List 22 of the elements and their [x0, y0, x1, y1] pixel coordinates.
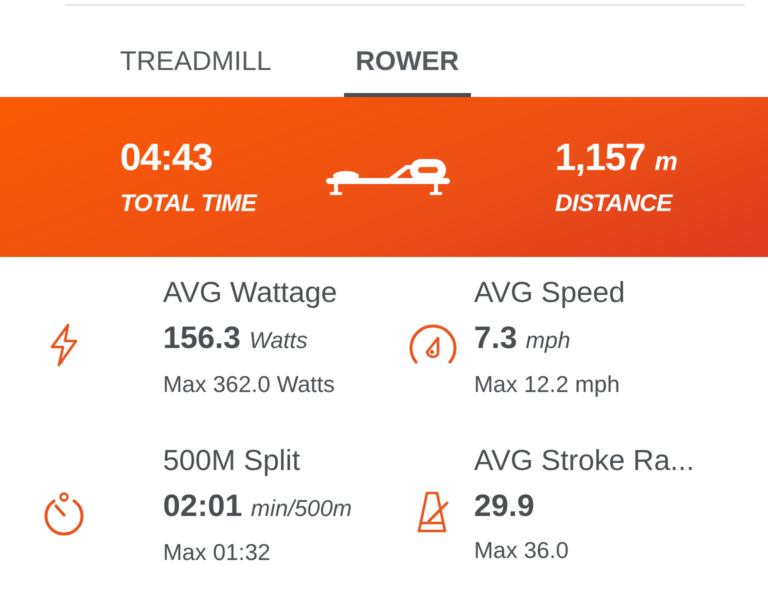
metric-value: 02:01 min/500m	[163, 487, 352, 525]
metric-value: 29.9	[474, 487, 536, 525]
metric-value: 156.3 Watts	[163, 319, 309, 357]
stopwatch-icon	[44, 491, 84, 537]
rowing-machine-icon	[326, 157, 450, 197]
gauge-icon	[409, 323, 457, 365]
lightning-icon	[50, 323, 78, 367]
stat-label: TOTAL TIME	[120, 190, 258, 218]
metronome-icon	[417, 491, 449, 533]
metric-title: AVG Wattage	[163, 276, 338, 311]
stat-value: 1,157 m	[555, 136, 678, 180]
stat-label: DISTANCE	[555, 190, 674, 218]
metric-max: Max 01:32	[163, 538, 272, 567]
metric-max: Max 12.2 mph	[474, 370, 621, 399]
tab[interactable]: TREADMILL	[108, 6, 284, 97]
metric-title: AVG Stroke Ra...	[474, 444, 694, 479]
metric-title: AVG Speed	[474, 276, 626, 311]
metric-max: Max 362.0 Watts	[163, 370, 336, 399]
metric-value: 7.3 mph	[474, 319, 572, 357]
metric-max: Max 36.0	[474, 536, 570, 565]
metric-title: 500M Split	[163, 444, 302, 479]
stat-value: 04:43	[120, 136, 214, 180]
